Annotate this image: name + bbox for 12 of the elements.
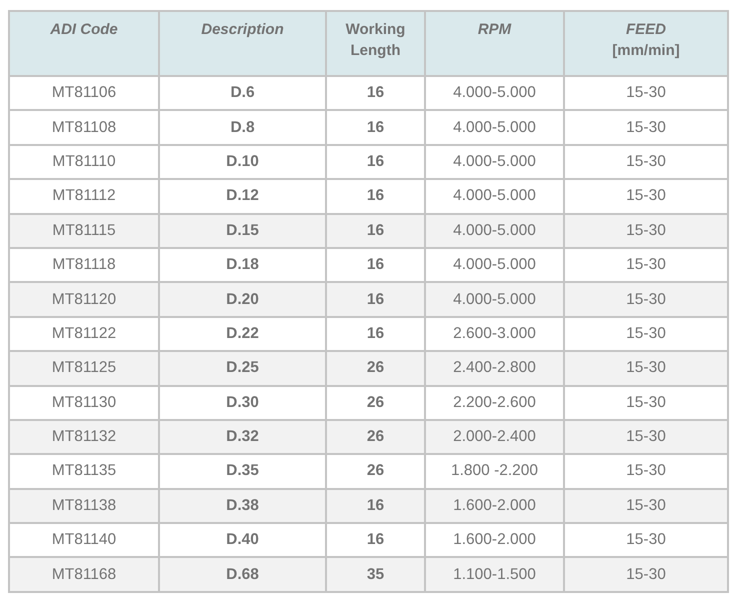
column-header: RPM [476,20,512,40]
table-cell: 1.100-1.500 [425,557,564,592]
table-cell: 35 [326,557,425,592]
column-header: [mm/min] [611,41,681,61]
column-header: ADI Code [49,20,119,40]
column-header: FEED [624,20,667,40]
table-cell: D.68 [159,557,326,592]
column-header: Description [200,20,285,40]
column-header: Working [344,20,406,40]
table-cell: 15-30 [564,557,728,592]
table-cell: MT81168 [9,557,159,592]
column-header: Length [350,41,402,61]
